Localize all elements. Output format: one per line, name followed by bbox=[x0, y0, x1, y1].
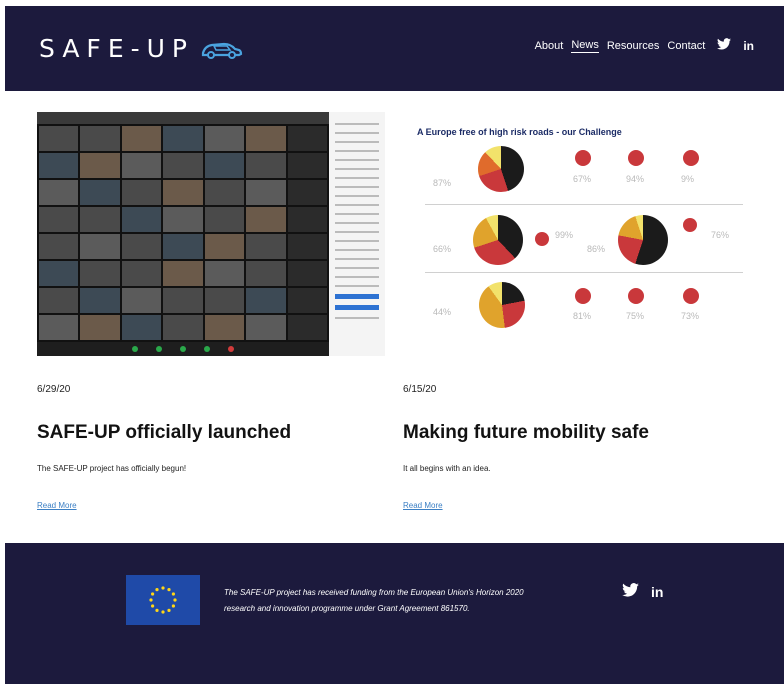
infographic-stat: 86% bbox=[587, 244, 606, 254]
video-call-participants bbox=[329, 112, 385, 356]
infographic-stat: 9% bbox=[681, 174, 695, 184]
linkedin-icon[interactable]: in bbox=[743, 39, 754, 53]
post-title[interactable]: Making future mobility safe bbox=[403, 422, 649, 444]
infographic-stat: 67% bbox=[573, 174, 592, 184]
infographic-stat: 87% bbox=[433, 178, 452, 188]
infographic-dot bbox=[535, 232, 549, 246]
post-image-video-call[interactable] bbox=[37, 112, 385, 356]
nav-resources[interactable]: Resources bbox=[607, 40, 660, 52]
video-call-controls bbox=[37, 342, 329, 356]
infographic-dot bbox=[628, 150, 644, 166]
infographic-title: A Europe free of high risk roads - our C… bbox=[417, 127, 622, 137]
infographic-stat: 94% bbox=[626, 174, 645, 184]
twitter-icon[interactable] bbox=[622, 583, 639, 600]
infographic-stat: 76% bbox=[711, 230, 730, 240]
post-image-infographic[interactable]: A Europe free of high risk roads - our C… bbox=[403, 112, 751, 356]
infographic-pie bbox=[478, 146, 524, 192]
site-logo[interactable]: SAFE-UP bbox=[39, 34, 244, 63]
twitter-icon[interactable] bbox=[717, 38, 732, 53]
post-date: 6/15/20 bbox=[403, 384, 437, 395]
nav-news[interactable]: News bbox=[571, 39, 599, 53]
infographic-dot bbox=[683, 218, 697, 232]
infographic-dot bbox=[683, 288, 699, 304]
infographic-dot bbox=[575, 288, 591, 304]
infographic-pie bbox=[479, 282, 525, 328]
main-nav: About News Resources Contact in bbox=[535, 38, 754, 53]
infographic-stat: 73% bbox=[681, 311, 700, 321]
video-call-toolbar bbox=[37, 112, 329, 124]
read-more-link[interactable]: Read More bbox=[37, 501, 77, 510]
site-header: SAFE-UP About News Resources Contact in bbox=[5, 6, 784, 91]
post-excerpt: The SAFE-UP project has officially begun… bbox=[37, 464, 187, 473]
logo-text: SAFE-UP bbox=[39, 34, 195, 63]
infographic-stat: 66% bbox=[433, 244, 452, 254]
infographic-pie bbox=[618, 215, 668, 265]
post-excerpt: It all begins with an idea. bbox=[403, 464, 491, 473]
infographic-dot bbox=[683, 150, 699, 166]
infographic-pie bbox=[473, 215, 523, 265]
car-icon bbox=[201, 42, 243, 59]
post-title[interactable]: SAFE-UP officially launched bbox=[37, 422, 291, 444]
nav-contact[interactable]: Contact bbox=[667, 40, 705, 52]
post-card: A Europe free of high risk roads - our C… bbox=[403, 112, 751, 510]
video-call-grid bbox=[37, 124, 329, 342]
infographic-stat: 75% bbox=[626, 311, 645, 321]
post-date: 6/29/20 bbox=[37, 384, 71, 395]
footer-social: in bbox=[622, 583, 663, 600]
eu-flag-icon bbox=[126, 575, 200, 625]
nav-about[interactable]: About bbox=[535, 40, 564, 52]
linkedin-icon[interactable]: in bbox=[651, 584, 663, 600]
site-footer: The SAFE-UP project has received funding… bbox=[5, 543, 784, 684]
read-more-link[interactable]: Read More bbox=[403, 501, 443, 510]
infographic-dot bbox=[575, 150, 591, 166]
infographic-divider bbox=[425, 204, 743, 205]
infographic-stat: 44% bbox=[433, 307, 452, 317]
funding-statement: The SAFE-UP project has received funding… bbox=[224, 588, 524, 613]
post-card: 6/29/20 SAFE-UP officially launched The … bbox=[37, 112, 385, 510]
infographic-dot bbox=[628, 288, 644, 304]
infographic-stat: 99% bbox=[555, 230, 574, 240]
infographic-stat: 81% bbox=[573, 311, 592, 321]
infographic-divider bbox=[425, 272, 743, 273]
